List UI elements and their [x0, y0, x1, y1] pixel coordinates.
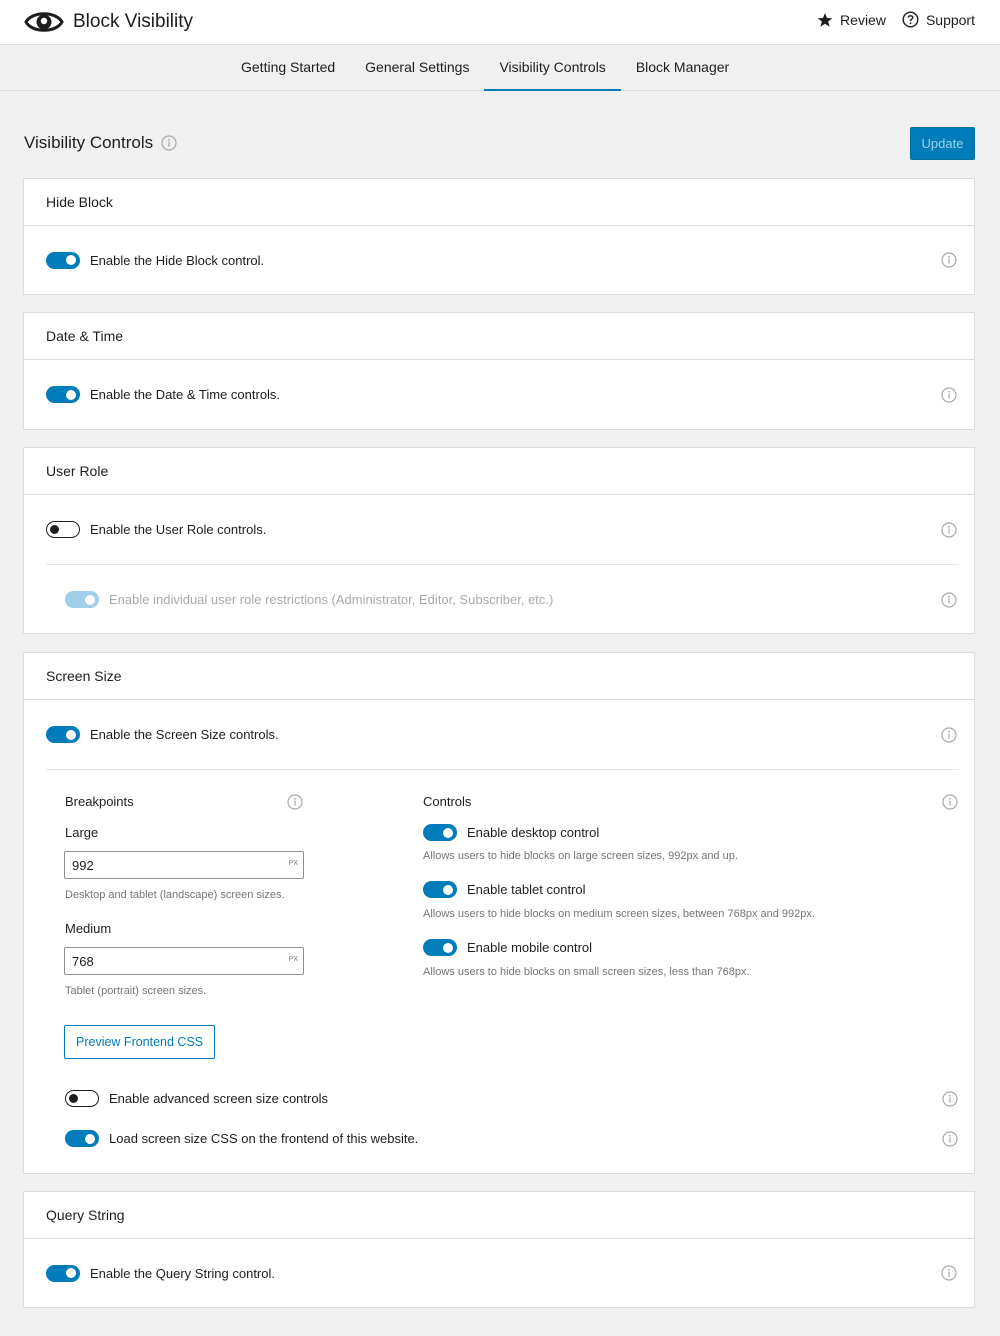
panel-title: Hide Block — [24, 179, 974, 226]
desktop-help: Allows users to hide blocks on large scr… — [423, 850, 738, 862]
breakpoints-heading: Breakpoints — [65, 794, 134, 809]
info-icon[interactable] — [941, 592, 957, 608]
info-icon[interactable] — [161, 135, 177, 151]
tab-general-settings[interactable]: General Settings — [350, 45, 484, 91]
eye-icon — [24, 12, 64, 32]
tab-getting-started[interactable]: Getting Started — [226, 45, 350, 91]
info-icon[interactable] — [941, 387, 957, 403]
large-breakpoint-field[interactable] — [65, 852, 303, 878]
setting-row: Enable the Query String control. — [24, 1239, 974, 1307]
user-role-toggle[interactable] — [46, 521, 80, 538]
user-role-restrictions-toggle[interactable] — [65, 591, 99, 608]
toggle-label: Enable tablet control — [467, 882, 586, 897]
toggle-label: Enable advanced screen size controls — [109, 1091, 328, 1106]
unit-label: PX — [288, 956, 298, 963]
panel-hide-block: Hide Block Enable the Hide Block control… — [23, 178, 975, 295]
date-time-toggle[interactable] — [46, 386, 80, 403]
mobile-help: Allows users to hide blocks on small scr… — [423, 966, 750, 978]
controls-heading: Controls — [423, 794, 472, 809]
toggle-label: Enable mobile control — [467, 940, 593, 955]
info-icon[interactable] — [287, 794, 303, 810]
page-title-row: Visibility Controls — [24, 133, 177, 153]
review-link[interactable]: Review — [817, 12, 886, 28]
unit-label: PX — [288, 860, 298, 867]
load-css-row: Load screen size CSS on the frontend of … — [65, 1130, 958, 1147]
toggle-label: Enable the Screen Size controls. — [90, 727, 279, 742]
panel-query-string: Query String Enable the Query String con… — [23, 1191, 975, 1308]
panel-title: Screen Size — [24, 653, 974, 700]
large-label: Large — [65, 825, 99, 840]
tablet-control-row: Enable tablet control — [423, 881, 586, 898]
load-css-toggle[interactable] — [65, 1130, 99, 1147]
medium-label: Medium — [65, 921, 112, 936]
review-label: Review — [840, 11, 886, 28]
star-icon — [817, 12, 833, 27]
medium-breakpoint-field[interactable] — [65, 948, 303, 974]
page-title: Visibility Controls — [24, 133, 154, 152]
toggle-label: Enable desktop control — [467, 825, 600, 840]
preview-frontend-css-button[interactable]: Preview Frontend CSS — [64, 1025, 216, 1059]
setting-row: Enable individual user role restrictions… — [24, 565, 974, 634]
panel-date-time: Date & Time Enable the Date & Time contr… — [23, 312, 975, 430]
toggle-label: Enable the Date & Time controls. — [90, 387, 281, 402]
tab-bar: Getting Started General Settings Visibil… — [0, 45, 1000, 91]
panel-title: User Role — [24, 448, 974, 495]
query-string-toggle[interactable] — [46, 1264, 80, 1282]
desktop-control-row: Enable desktop control — [423, 824, 599, 841]
mobile-control-toggle[interactable] — [423, 939, 457, 956]
tab-block-manager[interactable]: Block Manager — [621, 45, 744, 91]
medium-help: Tablet (portrait) screen sizes. — [65, 985, 207, 997]
setting-row: Enable the Hide Block control. — [24, 226, 974, 294]
panel-title: Query String — [24, 1192, 974, 1239]
setting-row: Enable the Screen Size controls. — [24, 700, 974, 769]
info-icon[interactable] — [941, 522, 957, 538]
app-title: Block Visibility — [73, 11, 194, 32]
info-icon[interactable] — [942, 794, 958, 810]
support-label: Support — [925, 11, 975, 28]
support-link[interactable]: Support — [902, 11, 975, 28]
divider — [46, 769, 959, 770]
tabs: Getting Started General Settings Visibil… — [226, 45, 744, 91]
tablet-control-toggle[interactable] — [423, 881, 457, 898]
advanced-controls-row: Enable advanced screen size controls — [65, 1090, 958, 1107]
tablet-help: Allows users to hide blocks on medium sc… — [423, 908, 815, 920]
medium-breakpoint-input[interactable]: PX — [64, 947, 304, 975]
large-breakpoint-input[interactable]: PX — [64, 851, 304, 879]
panel-screen-size: Screen Size Enable the Screen Size contr… — [23, 652, 975, 1174]
top-bar: Block Visibility Review Support — [0, 0, 1000, 45]
help-circle-icon — [902, 11, 919, 28]
large-help: Desktop and tablet (landscape) screen si… — [65, 889, 285, 901]
info-icon[interactable] — [941, 1265, 957, 1281]
tab-visibility-controls[interactable]: Visibility Controls — [484, 45, 621, 91]
toggle-label: Enable the User Role controls. — [90, 522, 267, 537]
advanced-controls-toggle[interactable] — [65, 1090, 99, 1107]
info-icon[interactable] — [941, 252, 957, 268]
info-icon[interactable] — [942, 1131, 958, 1147]
brand: Block Visibility — [24, 7, 193, 37]
setting-row: Enable the User Role controls. — [24, 495, 974, 564]
toggle-label: Enable the Hide Block control. — [90, 252, 265, 268]
hide-block-toggle[interactable] — [46, 251, 80, 269]
desktop-control-toggle[interactable] — [423, 824, 457, 841]
panel-title: Date & Time — [24, 313, 974, 360]
toggle-label: Enable individual user role restrictions… — [109, 592, 554, 607]
info-icon[interactable] — [941, 727, 957, 743]
mobile-control-row: Enable mobile control — [423, 939, 592, 956]
update-button[interactable]: Update — [910, 127, 975, 160]
header-links: Review Support — [817, 11, 975, 28]
info-icon[interactable] — [942, 1091, 958, 1107]
toggle-label: Load screen size CSS on the frontend of … — [109, 1131, 419, 1146]
panel-user-role: User Role Enable the User Role controls.… — [23, 447, 975, 634]
setting-row: Enable the Date & Time controls. — [24, 360, 974, 429]
toggle-label: Enable the Query String control. — [90, 1265, 275, 1281]
screen-size-toggle[interactable] — [46, 726, 80, 743]
